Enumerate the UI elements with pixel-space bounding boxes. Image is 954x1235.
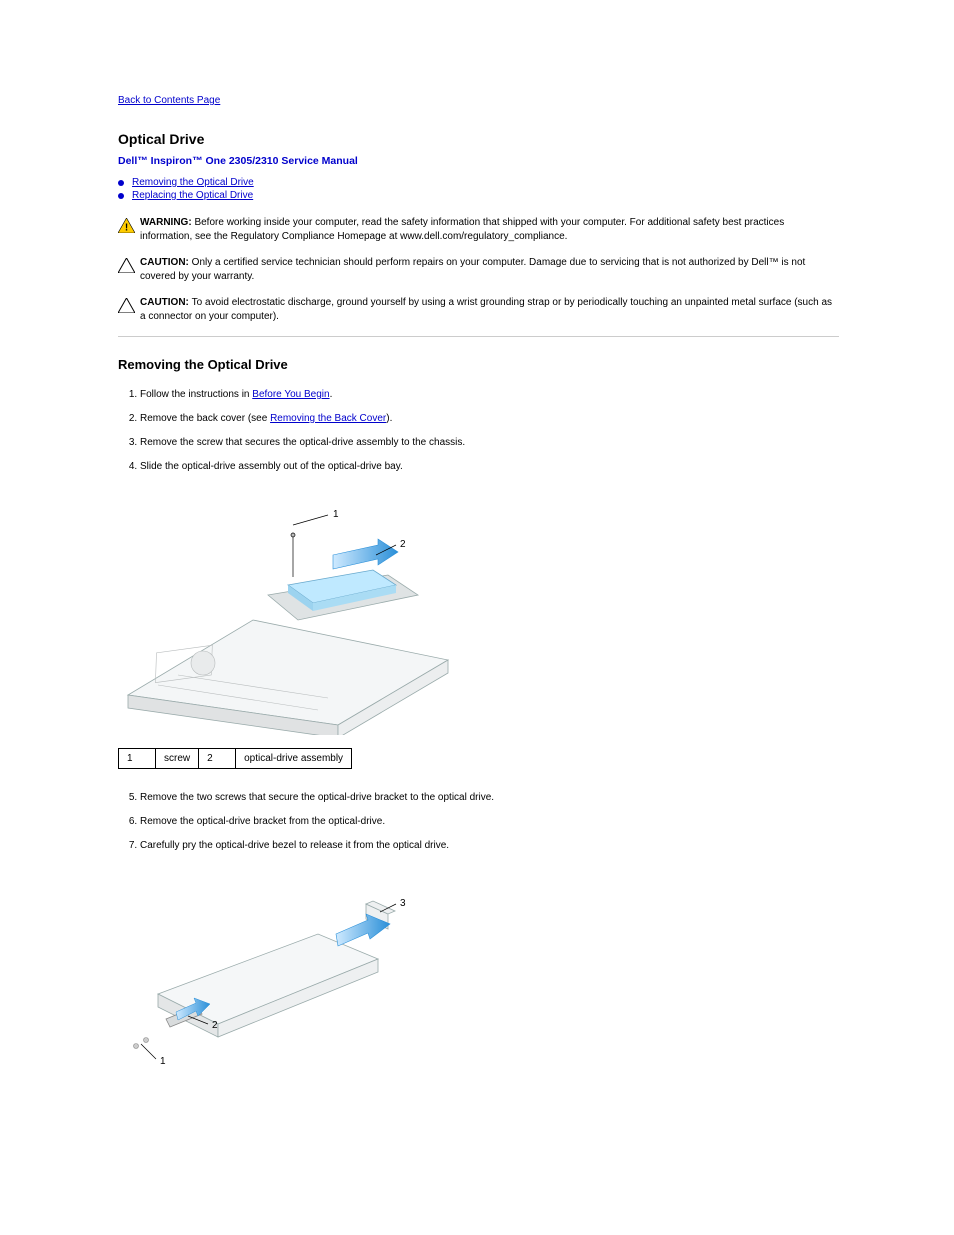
caution-text: CAUTION: To avoid electrostatic discharg… [140,296,839,324]
caution-prefix: CAUTION: [140,297,192,308]
figure-drive-bracket: 3 2 1 [118,864,468,1077]
step-item: Follow the instructions in Before You Be… [140,386,839,403]
svg-text:2: 2 [212,1020,218,1031]
manual-title: Dell™ Inspiron™ One 2305/2310 Service Ma… [118,155,839,167]
step-item: Remove the optical-drive bracket from th… [140,813,839,830]
list-item: Replacing the Optical Drive [118,190,839,201]
list-item: Removing the Optical Drive [118,177,839,188]
callout-num: 1 [119,749,156,769]
procedure-steps: Remove the two screws that secure the op… [118,789,839,854]
step-item: Remove the back cover (see Removing the … [140,410,839,427]
step-item: Remove the two screws that secure the op… [140,789,839,806]
topic-list: Removing the Optical Drive Replacing the… [118,177,839,201]
before-you-begin-link[interactable]: Before You Begin [252,389,329,400]
back-to-contents-link[interactable]: Back to Contents Page [118,95,220,106]
step-text: Follow the instructions in [140,389,252,400]
page-title: Optical Drive [118,131,839,147]
callout-label: screw [156,749,199,769]
procedure-steps: Follow the instructions in Before You Be… [118,386,839,475]
caution-body: Only a certified service technician shou… [140,257,805,282]
section-divider [118,336,839,337]
back-cover-link[interactable]: Removing the Back Cover [270,413,386,424]
svg-text:!: ! [125,223,128,234]
warning-icon: ! [118,218,140,236]
step-text: ). [386,413,392,424]
callout-table: 1 screw 2 optical-drive assembly [118,748,352,769]
svg-text:1: 1 [333,509,339,520]
svg-text:1: 1 [160,1056,166,1067]
step-text: Remove the back cover (see [140,413,270,424]
bullet-icon [118,180,124,186]
warning-text: WARNING: Before working inside your comp… [140,216,839,244]
warning-body: Before working inside your computer, rea… [140,217,784,242]
bullet-icon [118,193,124,199]
figure-drive-bay: 1 2 [118,485,468,738]
caution-icon [118,298,140,316]
step-text: . [330,389,333,400]
svg-text:2: 2 [400,539,406,550]
caution-text: CAUTION: Only a certified service techni… [140,256,839,284]
topic-link-replace[interactable]: Replacing the Optical Drive [132,190,253,201]
warning-notice: ! WARNING: Before working inside your co… [118,216,839,244]
svg-text:3: 3 [400,898,406,909]
step-item: Remove the screw that secures the optica… [140,434,839,451]
section-heading-remove: Removing the Optical Drive [118,357,839,372]
caution-notice: CAUTION: Only a certified service techni… [118,256,839,284]
table-row: 1 screw 2 optical-drive assembly [119,749,352,769]
caution-icon [118,258,140,276]
topic-link-remove[interactable]: Removing the Optical Drive [132,177,254,188]
callout-label: optical-drive assembly [236,749,352,769]
caution-prefix: CAUTION: [140,257,192,268]
step-item: Slide the optical-drive assembly out of … [140,458,839,475]
warning-prefix: WARNING: [140,217,194,228]
step-item: Carefully pry the optical-drive bezel to… [140,837,839,854]
callout-num: 2 [199,749,236,769]
caution-body: To avoid electrostatic discharge, ground… [140,297,832,322]
caution-notice: CAUTION: To avoid electrostatic discharg… [118,296,839,324]
